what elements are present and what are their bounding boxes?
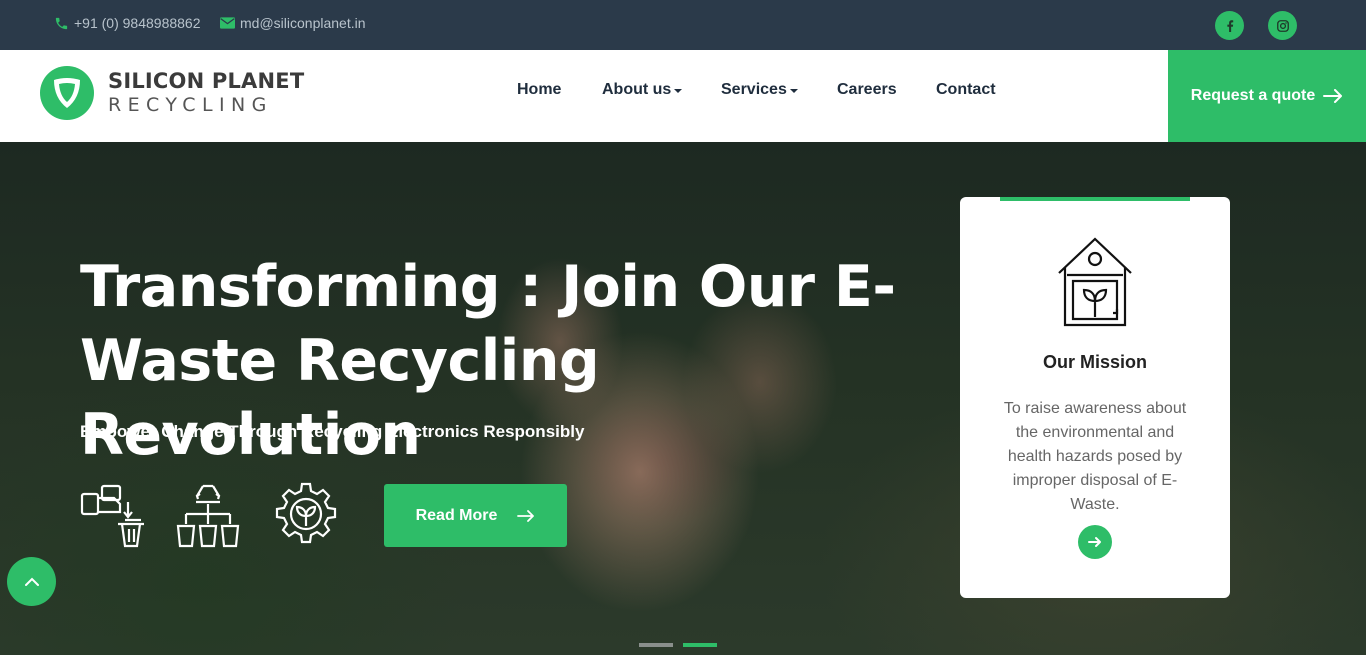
nav-label: Contact [936,81,996,98]
brand-tagline: RECYCLING [108,94,273,116]
read-more-label: Read More [415,506,498,524]
dispose-electronics-icon [80,484,144,548]
hero-subtitle: Empower Change Through Recycling Electro… [80,422,585,441]
nav-label: Home [517,81,562,98]
caret-down-icon [674,89,683,93]
brand-logo[interactable]: SILICON PLANET RECYCLING [40,66,304,120]
top-bar: +91 (0) 9848988862 md@siliconplanet.in [0,0,1366,50]
nav-contact[interactable]: Contact [936,81,996,99]
arrow-right-icon [1323,89,1343,103]
eco-house-icon [1058,237,1132,327]
nav-about-us[interactable]: About us [602,81,683,99]
nav-careers[interactable]: Careers [837,81,897,99]
read-more-button[interactable]: Read More [384,484,567,547]
email-contact[interactable]: md@siliconplanet.in [220,15,366,31]
slider-dot[interactable] [639,643,673,647]
logo-shield-icon [40,66,94,120]
request-quote-button[interactable]: Request a quote [1168,50,1366,142]
eco-gear-icon [275,482,337,544]
instagram-button[interactable] [1268,11,1297,40]
nav-label: Careers [837,81,897,98]
recycling-sort-icon [176,484,240,548]
slider-dot-active[interactable] [683,643,717,647]
arrow-right-icon [517,509,535,522]
nav-label: Services [721,81,787,98]
brand-name: SILICON PLANET [108,69,305,93]
email-address: md@siliconplanet.in [240,15,366,31]
instagram-icon [1276,19,1289,32]
phone-contact[interactable]: +91 (0) 9848988862 [54,15,201,31]
phone-icon [55,17,68,29]
scroll-to-top-button[interactable] [7,557,56,606]
nav-home[interactable]: Home [517,81,561,99]
facebook-icon [1226,19,1233,32]
mission-accent-bar [1000,197,1190,201]
arrow-right-icon [1088,537,1101,547]
chevron-up-icon [24,577,39,586]
mission-arrow-button[interactable] [1078,525,1112,559]
hero-section: Transforming : Join Our E-Waste Recyclin… [0,142,1366,655]
nav-label: About us [602,81,672,98]
slider-pagination [639,643,727,647]
nav-services[interactable]: Services [721,81,798,99]
mission-text: To raise awareness about the environment… [1003,400,1187,513]
caret-down-icon [789,89,798,93]
facebook-button[interactable] [1215,11,1244,40]
mail-icon [220,17,235,29]
mission-card: Our Mission To raise awareness about the… [960,197,1230,598]
main-header: SILICON PLANET RECYCLING Home About us S… [0,50,1366,142]
request-quote-label: Request a quote [1190,87,1316,104]
phone-number: +91 (0) 9848988862 [74,15,201,31]
mission-title: Our Mission [1042,352,1147,372]
